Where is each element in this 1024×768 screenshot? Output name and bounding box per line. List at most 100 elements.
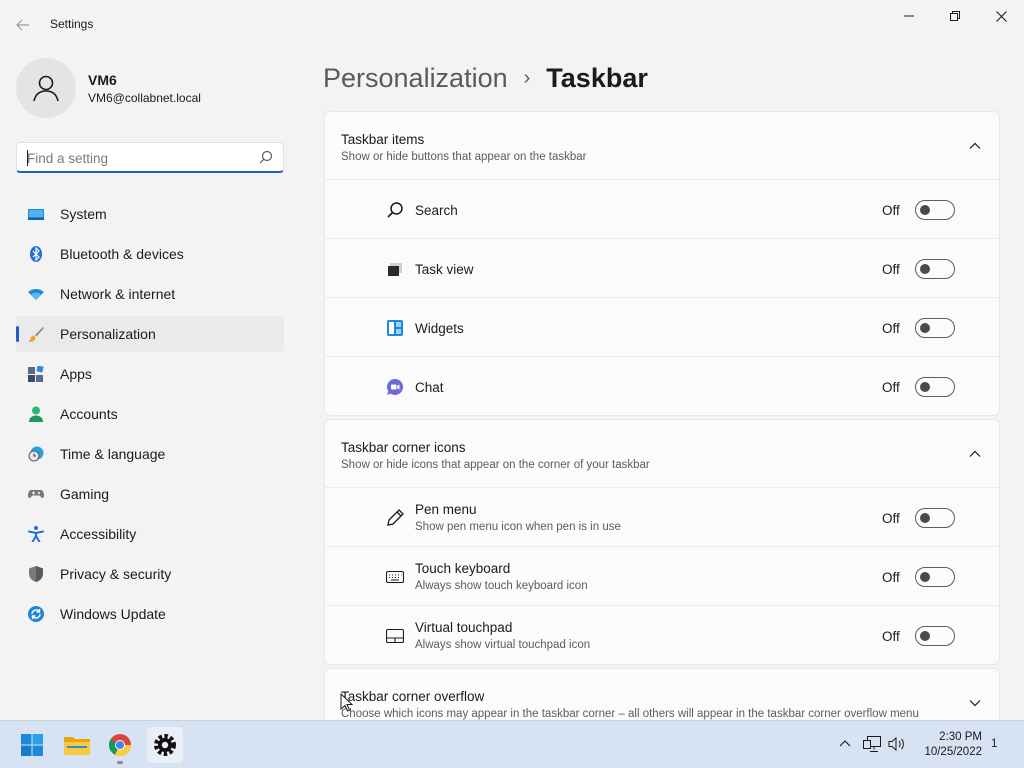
page-title: Taskbar xyxy=(546,62,648,93)
chevron-up-icon[interactable] xyxy=(969,448,981,460)
shield-icon xyxy=(29,566,43,582)
pen-menu-toggle[interactable] xyxy=(915,508,955,528)
notification-count[interactable]: 1 xyxy=(991,738,997,750)
search-icon xyxy=(259,150,273,164)
section-title: Taskbar corner icons xyxy=(341,440,466,455)
sidebar-item-label: Network & internet xyxy=(60,286,176,302)
section-description: Choose which icons may appear in the tas… xyxy=(341,708,919,720)
bluetooth-icon xyxy=(30,246,42,262)
chevron-up-icon[interactable] xyxy=(969,140,981,152)
search-box[interactable] xyxy=(16,142,284,173)
clock-time: 2:30 PM xyxy=(939,731,982,743)
sidebar-item-accessibility[interactable]: Accessibility xyxy=(16,516,284,552)
breadcrumb-separator: › xyxy=(523,66,531,89)
taskbar: 2:30 PM 10/25/2022 1 xyxy=(0,720,1024,768)
toggle-state: Off xyxy=(882,511,900,526)
toggle-knob xyxy=(920,572,930,582)
sidebar-item-label: Accessibility xyxy=(60,526,137,542)
touch-keyboard-toggle[interactable] xyxy=(915,567,955,587)
sidebar-item-label: Personalization xyxy=(60,326,156,342)
gamepad-icon xyxy=(28,490,44,498)
taskbar-items-section: Taskbar items Show or hide buttons that … xyxy=(324,111,1000,416)
user-profile[interactable]: VM6 VM6@collabnet.local xyxy=(16,58,296,118)
settings-gear-icon xyxy=(154,734,176,756)
corner-overflow-section: Taskbar corner overflow Choose which ico… xyxy=(324,668,1000,720)
clock-globe-icon xyxy=(28,446,44,462)
toggle-state: Off xyxy=(882,203,900,218)
setting-label: Widgets xyxy=(415,321,464,336)
minimize-button[interactable] xyxy=(886,0,932,32)
toggle-state: Off xyxy=(882,629,900,644)
settings-window: Settings VM6 VM6@collabnet.local System … xyxy=(0,0,1024,720)
maximize-button[interactable] xyxy=(932,0,978,32)
section-title: Taskbar corner overflow xyxy=(341,689,485,704)
sidebar-item-label: Windows Update xyxy=(60,606,166,622)
file-explorer-button[interactable] xyxy=(59,727,95,763)
start-button[interactable] xyxy=(14,727,50,763)
show-hidden-icons-button[interactable] xyxy=(836,735,854,753)
volume-tray-button[interactable] xyxy=(888,735,906,753)
sidebar-item-label: System xyxy=(60,206,107,222)
corner-icons-section: Taskbar corner icons Show or hide icons … xyxy=(324,419,1000,665)
volume-icon xyxy=(888,736,904,752)
sidebar-item-apps[interactable]: Apps xyxy=(16,356,284,392)
corner-icons-header[interactable]: Taskbar corner icons Show or hide icons … xyxy=(325,420,999,488)
toggle-knob xyxy=(920,323,930,333)
sidebar-item-bluetooth[interactable]: Bluetooth & devices xyxy=(16,236,284,272)
sidebar-item-time-language[interactable]: Time & language xyxy=(16,436,284,472)
close-button[interactable] xyxy=(978,0,1024,32)
taskbar-items-header[interactable]: Taskbar items Show or hide buttons that … xyxy=(325,112,999,180)
sidebar-item-gaming[interactable]: Gaming xyxy=(16,476,284,512)
minimize-icon xyxy=(904,15,914,17)
sidebar-item-network[interactable]: Network & internet xyxy=(16,276,284,312)
sidebar-item-personalization[interactable]: Personalization xyxy=(16,316,284,352)
chrome-button[interactable] xyxy=(102,727,138,763)
touchpad-icon xyxy=(386,628,404,644)
user-email: VM6@collabnet.local xyxy=(88,91,201,105)
search-input[interactable] xyxy=(27,149,247,167)
search-toggle[interactable] xyxy=(915,200,955,220)
sidebar-item-windows-update[interactable]: Windows Update xyxy=(16,596,284,632)
title-bar: Settings xyxy=(0,0,1024,48)
update-icon xyxy=(28,606,44,622)
setting-label: Virtual touchpad xyxy=(415,620,513,635)
toggle-knob xyxy=(920,264,930,274)
back-button[interactable] xyxy=(10,12,36,38)
chat-toggle[interactable] xyxy=(915,377,955,397)
toggle-knob xyxy=(920,631,930,641)
chrome-icon xyxy=(109,734,131,757)
setting-row-widgets: Widgets Off xyxy=(325,298,999,357)
setting-row-task-view: Task view Off xyxy=(325,239,999,298)
toggle-state: Off xyxy=(882,570,900,585)
sidebar-item-system[interactable]: System xyxy=(16,196,284,232)
chevron-down-icon[interactable] xyxy=(969,697,981,709)
setting-row-touch-keyboard: Touch keyboard Always show touch keyboar… xyxy=(325,547,999,606)
task-view-icon xyxy=(388,263,402,276)
chevron-up-icon xyxy=(839,740,851,747)
task-view-toggle[interactable] xyxy=(915,259,955,279)
pen-icon xyxy=(387,509,404,526)
sidebar-item-label: Bluetooth & devices xyxy=(60,246,184,262)
toggle-knob xyxy=(920,205,930,215)
breadcrumb: Personalization › Taskbar xyxy=(323,58,648,98)
network-tray-button[interactable] xyxy=(863,735,881,753)
sidebar-item-accounts[interactable]: Accounts xyxy=(16,396,284,432)
clock[interactable]: 2:30 PM 10/25/2022 xyxy=(912,730,982,760)
widgets-toggle[interactable] xyxy=(915,318,955,338)
setting-description: Always show virtual touchpad icon xyxy=(415,639,591,651)
user-name: VM6 xyxy=(88,72,117,88)
running-indicator xyxy=(117,761,123,764)
toggle-state: Off xyxy=(882,321,900,336)
close-icon xyxy=(995,10,1007,22)
setting-description: Show pen menu icon when pen is in use xyxy=(415,521,621,533)
maximize-icon xyxy=(950,11,960,21)
sidebar-nav: System Bluetooth & devices Network & int… xyxy=(16,196,284,636)
toggle-state: Off xyxy=(882,380,900,395)
virtual-touchpad-toggle[interactable] xyxy=(915,626,955,646)
corner-overflow-header[interactable]: Taskbar corner overflow Choose which ico… xyxy=(325,669,999,720)
breadcrumb-parent[interactable]: Personalization xyxy=(323,63,508,94)
sidebar-item-privacy[interactable]: Privacy & security xyxy=(16,556,284,592)
setting-label: Chat xyxy=(415,380,444,395)
settings-taskbar-button[interactable] xyxy=(147,727,183,763)
search-icon xyxy=(387,202,403,218)
